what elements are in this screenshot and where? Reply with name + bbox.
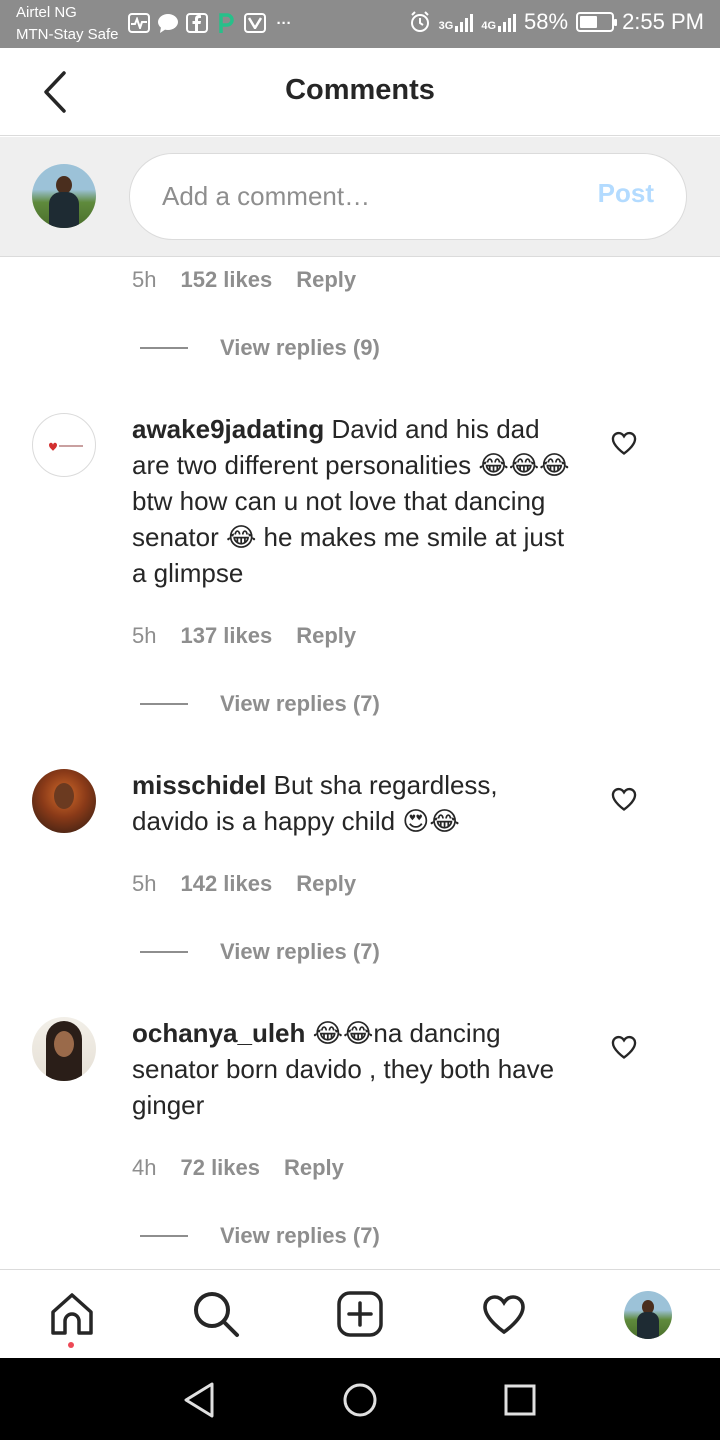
nav-home[interactable] xyxy=(48,1290,96,1338)
comment-time: 5h xyxy=(132,267,157,292)
clock: 2:55 PM xyxy=(622,9,704,34)
bottom-navigation xyxy=(0,1269,720,1358)
divider-line xyxy=(140,951,188,953)
view-replies-label: View replies (7) xyxy=(220,1223,380,1248)
facebook-icon xyxy=(186,13,208,33)
network-type-label: 4G xyxy=(481,20,497,32)
view-replies-button[interactable]: View replies (9) xyxy=(140,335,380,361)
notification-icons: ··· xyxy=(128,12,296,34)
comment-username[interactable]: misschidel xyxy=(132,770,266,800)
comment-body: ochanya_uleh 😂😂na dancing senator born d… xyxy=(132,1015,572,1123)
system-status: 3G 4G 58% 2:55 PM xyxy=(409,9,704,35)
comment-time: 5h xyxy=(132,623,157,648)
reply-button[interactable]: Reply xyxy=(296,623,356,649)
signal-3g: 3G xyxy=(439,12,474,32)
activity-heart-icon xyxy=(483,1295,525,1335)
system-back-button[interactable] xyxy=(180,1380,220,1420)
comment-likes[interactable]: 152 likes xyxy=(180,267,272,293)
comments-list[interactable]: 5h 152 likes Reply View replies (9) awak… xyxy=(0,257,720,1269)
view-replies-label: View replies (7) xyxy=(220,939,380,964)
comment-time: 4h xyxy=(132,1155,157,1180)
divider-line xyxy=(140,703,188,705)
comment-input-container: Post xyxy=(129,153,687,240)
comment-time: 5h xyxy=(132,871,157,896)
comment-meta: 4h 72 likes Reply xyxy=(132,1155,344,1181)
comment-likes[interactable]: 142 likes xyxy=(180,871,272,897)
awake9jadating-logo xyxy=(45,440,85,451)
view-replies-button[interactable]: View replies (7) xyxy=(140,1223,380,1249)
v-app-icon xyxy=(244,13,266,33)
battery-icon xyxy=(576,12,618,32)
comment-username[interactable]: awake9jadating xyxy=(132,414,324,444)
post-button[interactable]: Post xyxy=(598,178,654,209)
commenter-avatar[interactable] xyxy=(32,769,96,833)
search-icon xyxy=(194,1292,239,1337)
reply-button[interactable]: Reply xyxy=(296,267,356,293)
system-navigation-bar xyxy=(0,1358,720,1440)
nav-search[interactable] xyxy=(192,1290,240,1338)
comment-username[interactable]: ochanya_uleh xyxy=(132,1018,305,1048)
comment-input[interactable] xyxy=(162,174,562,218)
reply-button[interactable]: Reply xyxy=(296,871,356,897)
p-app-icon xyxy=(214,12,238,34)
comment-meta: 5h 142 likes Reply xyxy=(132,871,356,897)
comment-likes[interactable]: 72 likes xyxy=(180,1155,260,1181)
battery-percent: 58% xyxy=(524,9,569,34)
nav-new-post[interactable] xyxy=(336,1290,384,1338)
more-notifications: ··· xyxy=(276,14,292,32)
view-replies-button[interactable]: View replies (7) xyxy=(140,939,380,965)
android-recents-icon xyxy=(504,1384,536,1416)
like-comment-button[interactable] xyxy=(610,429,638,457)
android-home-icon xyxy=(343,1383,377,1417)
page-title: Comments xyxy=(285,74,435,106)
commenter-avatar[interactable] xyxy=(32,1017,96,1081)
status-bar: Airtel NG MTN-Stay Safe ··· 3G 4G 58% 2:… xyxy=(0,0,720,48)
divider-line xyxy=(140,1235,188,1237)
carrier-name-secondary: MTN-Stay Safe xyxy=(16,26,119,43)
comment-composer: Post xyxy=(0,137,720,257)
nav-profile-avatar[interactable] xyxy=(624,1291,672,1339)
android-back-icon xyxy=(184,1382,214,1418)
battery-fill xyxy=(580,16,598,28)
network-type-label: 3G xyxy=(438,20,454,32)
view-replies-label: View replies (7) xyxy=(220,691,380,716)
comment-body: awake9jadating David and his dad are two… xyxy=(132,411,572,591)
signal-bars-icon xyxy=(498,12,517,32)
view-replies-button[interactable]: View replies (7) xyxy=(140,691,380,717)
comment-likes[interactable]: 137 likes xyxy=(180,623,272,649)
heart-outline-icon xyxy=(611,1035,637,1059)
nav-activity[interactable] xyxy=(480,1290,528,1338)
comment-meta: 5h 137 likes Reply xyxy=(132,623,356,649)
heart-outline-icon xyxy=(611,787,637,811)
add-post-icon xyxy=(337,1291,383,1337)
alarm-icon xyxy=(410,11,429,32)
heart-outline-icon xyxy=(611,431,637,455)
comments-header: Comments xyxy=(0,48,720,136)
signal-4g: 4G xyxy=(481,12,517,32)
signal-bars-icon xyxy=(455,12,474,32)
divider-line xyxy=(140,347,188,349)
current-user-avatar xyxy=(32,164,96,228)
carrier-name-primary: Airtel NG xyxy=(16,4,77,21)
comment-body: misschidel But sha regardless, davido is… xyxy=(132,767,572,839)
pulse-app-icon xyxy=(128,13,150,33)
like-comment-button[interactable] xyxy=(610,1033,638,1061)
system-home-button[interactable] xyxy=(340,1380,380,1420)
notification-dot xyxy=(68,1342,74,1348)
like-comment-button[interactable] xyxy=(610,785,638,813)
view-replies-label: View replies (9) xyxy=(220,335,380,360)
comment-meta: 5h 152 likes Reply xyxy=(132,267,356,293)
chat-bubble-icon xyxy=(156,12,180,34)
commenter-avatar[interactable] xyxy=(32,413,96,477)
system-recents-button[interactable] xyxy=(500,1380,540,1420)
reply-button[interactable]: Reply xyxy=(284,1155,344,1181)
home-icon xyxy=(51,1293,93,1335)
